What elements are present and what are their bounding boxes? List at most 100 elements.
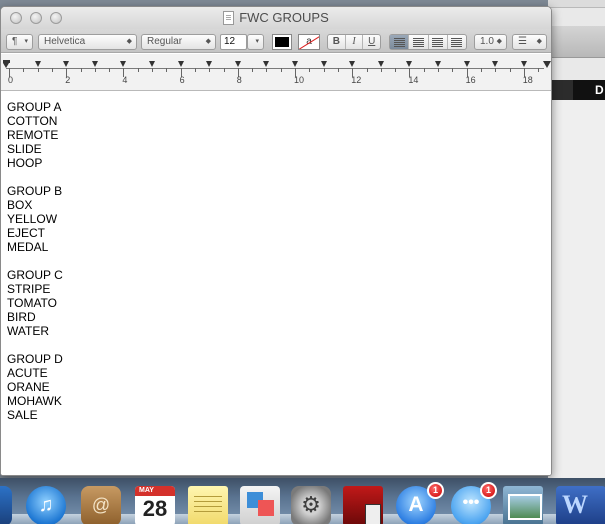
align-justify-icon — [451, 38, 463, 47]
font-size-dropdown[interactable]: ▾ — [247, 34, 264, 50]
messages-badge: 1 — [480, 482, 497, 499]
photo-booth-icon[interactable] — [343, 486, 383, 524]
tab-stop-marker[interactable] — [349, 61, 356, 67]
color-swatch — [275, 37, 289, 47]
lists-popup[interactable]: ☰ ◆ — [512, 34, 547, 50]
tab-stop-marker[interactable] — [406, 61, 413, 67]
tab-stop-marker[interactable] — [234, 61, 241, 67]
align-center-icon — [412, 38, 424, 47]
tab-stop-marker[interactable] — [206, 61, 213, 67]
music-note-icon: ♫ — [38, 494, 54, 516]
text-line: REMOTE — [7, 128, 59, 142]
ruler-tick — [495, 68, 497, 72]
tab-stop-marker[interactable] — [435, 61, 441, 67]
font-size-field[interactable]: 12 — [220, 34, 247, 50]
tab-stop-marker[interactable] — [292, 61, 298, 67]
italic-button[interactable]: I — [346, 35, 364, 49]
ruler-tick — [51, 68, 53, 72]
chevron-down-icon: ▾ — [24, 38, 28, 45]
ruler[interactable]: 0 2 4 6 8 10 12 14 16 18 — [1, 54, 551, 91]
ruler-tick — [252, 68, 254, 72]
text-color-well[interactable] — [272, 34, 292, 50]
system-preferences-icon[interactable]: ⚙ — [291, 486, 331, 524]
ruler-baseline — [6, 68, 544, 69]
font-style-popup[interactable]: Regular ◆ — [141, 34, 216, 50]
underline-button[interactable]: U — [363, 35, 380, 49]
format-toolbar: ¶ ▾ Helvetica ◆ Regular ◆ 12 ▾ a B I U 1.0 ◆… — [1, 29, 551, 53]
ruler-tick — [366, 68, 368, 72]
ruler-number: 4 — [122, 75, 128, 85]
ruler-tick — [94, 68, 96, 72]
font-family-value: Helvetica — [44, 36, 86, 47]
background-window[interactable]: D — [548, 0, 605, 478]
tab-stop-marker[interactable] — [34, 61, 41, 67]
bold-button[interactable]: B — [328, 35, 346, 49]
background-window-tile[interactable]: D — [573, 80, 605, 100]
itunes-icon[interactable]: ♫ — [26, 486, 66, 524]
text-line: WATER — [7, 324, 49, 338]
tab-stop-marker[interactable] — [492, 61, 499, 67]
tab-stop-marker[interactable] — [63, 61, 70, 67]
at-sign-icon: @ — [91, 495, 111, 515]
align-center-button[interactable] — [409, 35, 429, 49]
text-line: MEDAL — [7, 240, 49, 254]
ruler-number: 16 — [465, 75, 476, 85]
gear-icon: ⚙ — [301, 492, 321, 517]
tab-stop-marker[interactable] — [120, 61, 127, 67]
right-indent-marker[interactable] — [543, 61, 551, 68]
ruler-tick — [323, 68, 325, 72]
tab-stop-marker[interactable] — [177, 61, 184, 67]
ruler-number: 0 — [8, 75, 14, 85]
iphoto-icon[interactable] — [503, 486, 543, 524]
font-family-popup[interactable]: Helvetica ◆ — [38, 34, 137, 50]
background-window-toolbar — [548, 26, 605, 58]
dock: ♫ @ MAY 28 ⚙ A 1 ••• 1 W — [0, 478, 605, 524]
document-text-area[interactable]: GROUP A COTTON REMOTE SLIDE HOOP GROUP B BOX YE… — [1, 91, 551, 475]
text-line: YELLOW — [7, 212, 58, 226]
line-spacing-popup[interactable]: 1.0 ◆ — [474, 34, 507, 50]
contacts-icon[interactable]: @ — [81, 486, 121, 524]
preview-icon[interactable] — [240, 486, 280, 524]
align-right-button[interactable] — [429, 35, 448, 49]
ruler-tick — [538, 68, 540, 72]
tab-stop-marker[interactable] — [520, 61, 527, 67]
ruler-number: 18 — [522, 75, 533, 85]
ruler-tick — [423, 68, 425, 72]
highlight-color-well[interactable]: a — [298, 34, 320, 50]
title-bar[interactable]: FWC GROUPS — [1, 7, 551, 29]
paragraph-style-popup[interactable]: ¶ ▾ — [6, 34, 33, 50]
text-line: MOHAWK — [7, 394, 62, 408]
ruler-tick — [152, 68, 153, 72]
ruler-number: 6 — [179, 75, 185, 85]
ruler-tick — [137, 68, 139, 72]
ruler-tick — [509, 68, 511, 72]
text-line: ORANE — [7, 380, 50, 394]
document-icon[interactable] — [223, 11, 235, 25]
tab-stop-marker[interactable] — [91, 61, 98, 67]
ruler-tick — [223, 68, 225, 72]
text-line: SALE — [7, 408, 38, 422]
calendar-icon[interactable]: MAY 28 — [135, 486, 175, 524]
line-spacing-value: 1.0 — [480, 36, 494, 47]
tab-stop-marker[interactable] — [320, 61, 327, 67]
word-icon[interactable]: W — [556, 486, 605, 524]
background-window-titlebar — [548, 0, 605, 8]
calendar-day: 28 — [142, 496, 168, 521]
tab-stop-marker[interactable] — [377, 61, 384, 67]
text-line: GROUP D — [7, 352, 63, 366]
align-left-button[interactable] — [390, 35, 410, 49]
app-store-badge: 1 — [427, 482, 444, 499]
partial-app-icon[interactable] — [0, 486, 12, 524]
stickies-icon[interactable] — [188, 486, 228, 524]
updown-arrows-icon: ◆ — [126, 38, 132, 45]
align-justify-button[interactable] — [448, 35, 466, 49]
background-window-header: D — [548, 80, 605, 100]
tab-stop-marker[interactable] — [463, 61, 470, 67]
text-line: GROUP C — [7, 268, 63, 282]
updown-arrows-icon: ◆ — [496, 38, 502, 45]
word-w-icon: W — [562, 490, 588, 519]
tab-stop-marker[interactable] — [263, 61, 270, 67]
tab-stop-marker[interactable] — [149, 61, 155, 67]
